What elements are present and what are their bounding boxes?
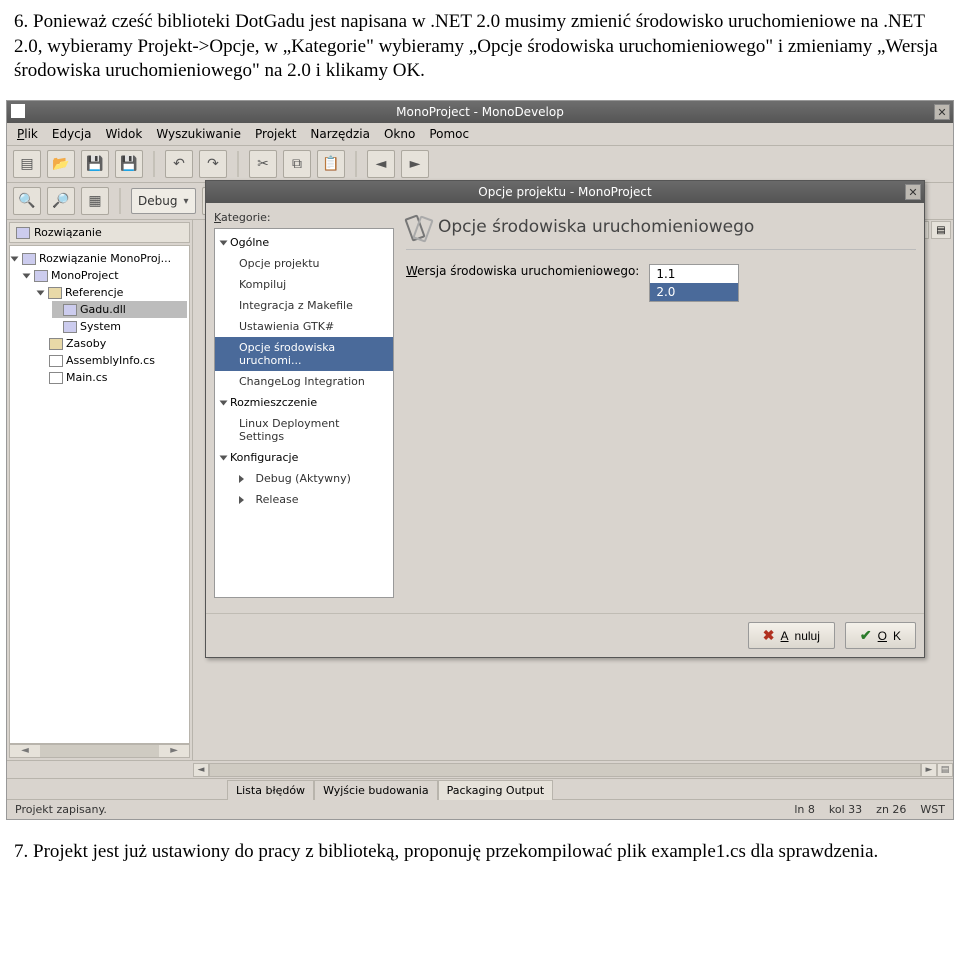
cat-group-rozmieszczenie[interactable]: Rozmieszczenie — [215, 392, 393, 413]
status-char: zn 26 — [876, 803, 906, 816]
titlebar: MonoProject - MonoDevelop ✕ — [7, 101, 953, 123]
cat-gtk[interactable]: Ustawienia GTK# — [215, 316, 393, 337]
options-title: Opcje środowiska uruchomieniowego — [406, 211, 916, 250]
dialog-buttons: ✖Anuluj ✔OK — [206, 613, 924, 657]
status-message: Projekt zapisany. — [15, 803, 107, 816]
cut-icon[interactable]: ✂ — [249, 150, 277, 178]
dialog-close-button[interactable]: ✕ — [905, 184, 921, 200]
dialog-title: Opcje projektu - MonoProject — [478, 185, 651, 199]
runtime-version-label: Wersja środowiska uruchomieniowego: — [406, 264, 639, 278]
cancel-icon: ✖ — [763, 627, 775, 644]
editor-area: ▾ ▤ Opcje projektu - MonoProject ✕ Kateg… — [193, 220, 953, 760]
cat-runtime-options[interactable]: Opcje środowiska uruchomi... — [215, 337, 393, 371]
open-icon[interactable]: 📂 — [47, 150, 75, 178]
cat-kompiluj[interactable]: Kompiluj — [215, 274, 393, 295]
tab-wyjscie-budowania[interactable]: Wyjście budowania — [314, 780, 438, 800]
corner-icon[interactable]: ▤ — [937, 763, 953, 777]
solution-tab-label: Rozwiązanie — [34, 226, 102, 239]
tab-lista-bledow[interactable]: Lista błędów — [227, 780, 314, 800]
tree-hscroll[interactable]: ◄► — [9, 744, 190, 758]
ok-icon: ✔ — [860, 627, 872, 644]
separator — [237, 151, 239, 177]
separator — [355, 151, 357, 177]
tree-project[interactable]: MonoProject — [24, 267, 187, 284]
project-options-dialog: Opcje projektu - MonoProject ✕ Kategorie… — [205, 180, 925, 658]
version-1-1[interactable]: 1.1 — [650, 265, 738, 283]
menu-okno[interactable]: Okno — [384, 127, 415, 141]
menubar: Plik Edycja Widok Wyszukiwanie Projekt N… — [7, 123, 953, 146]
solution-tab[interactable]: Rozwiązanie — [9, 222, 190, 243]
ok-button[interactable]: ✔OK — [845, 622, 916, 649]
cat-group-ogolne[interactable]: Ogólne — [215, 232, 393, 253]
tools-icon — [406, 215, 430, 239]
categories-list[interactable]: Ogólne Opcje projektu Kompiluj Integracj… — [214, 228, 394, 598]
find-icon[interactable]: 🔍 — [13, 187, 41, 215]
tree-solution-root[interactable]: Rozwiązanie MonoProj... — [12, 250, 187, 267]
separator — [153, 151, 155, 177]
find-next-icon[interactable]: 🔎 — [47, 187, 75, 215]
cat-debug[interactable]: Debug (Aktywny) — [215, 468, 393, 489]
cancel-button[interactable]: ✖Anuluj — [748, 622, 835, 649]
options-panel: Opcje środowiska uruchomieniowego Wersja… — [406, 211, 916, 605]
tree-main-cs[interactable]: Main.cs — [38, 369, 187, 386]
menu-widok[interactable]: Widok — [105, 127, 142, 141]
main-area: Rozwiązanie Rozwiązanie MonoProj... Mono… — [7, 220, 953, 760]
undo-icon[interactable]: ↶ — [165, 150, 193, 178]
menu-edycja[interactable]: Edycja — [52, 127, 92, 141]
tool-icon[interactable]: ▦ — [81, 187, 109, 215]
version-2-0[interactable]: 2.0 — [650, 283, 738, 301]
cat-opcje-projektu[interactable]: Opcje projektu — [215, 253, 393, 274]
hscroll-left-icon[interactable]: ◄ — [193, 763, 209, 777]
cat-makefile[interactable]: Integracja z Makefile — [215, 295, 393, 316]
cat-changelog[interactable]: ChangeLog Integration — [215, 371, 393, 392]
window-title: MonoProject - MonoDevelop — [396, 105, 564, 119]
solution-tree[interactable]: Rozwiązanie MonoProj... MonoProject Refe… — [9, 245, 190, 744]
app-window: MonoProject - MonoDevelop ✕ Plik Edycja … — [6, 100, 954, 820]
save-icon[interactable]: 💾 — [81, 150, 109, 178]
status-bar: Projekt zapisany. ln 8 kol 33 zn 26 WST — [7, 799, 953, 819]
solution-panel: Rozwiązanie Rozwiązanie MonoProj... Mono… — [7, 220, 193, 760]
toolbar-1: ▤ 📂 💾 💾 ↶ ↷ ✂ ⧉ 📋 ◄ ► — [7, 146, 953, 183]
config-combo[interactable]: Debug — [131, 188, 196, 214]
back-icon[interactable]: ◄ — [367, 150, 395, 178]
tree-system[interactable]: System — [52, 318, 187, 335]
menu-plik[interactable]: Plik — [17, 127, 38, 141]
categories-panel: Kategorie: Ogólne Opcje projektu Kompilu… — [214, 211, 394, 605]
doc-bottom-text: 7. Projekt jest już ustawiony do pracy z… — [0, 820, 960, 875]
editor-split-icon[interactable]: ▤ — [931, 221, 951, 239]
solution-icon — [16, 227, 30, 239]
cat-linux-deploy[interactable]: Linux Deployment Settings — [215, 413, 393, 447]
tab-packaging-output[interactable]: Packaging Output — [438, 780, 554, 800]
forward-icon[interactable]: ► — [401, 150, 429, 178]
bottom-scroll: ◄ ► ▤ — [7, 760, 953, 778]
paste-icon[interactable]: 📋 — [317, 150, 345, 178]
menu-pomoc[interactable]: Pomoc — [429, 127, 469, 141]
new-file-icon[interactable]: ▤ — [13, 150, 41, 178]
tree-gadu-dll[interactable]: Gadu.dll — [52, 301, 187, 318]
status-mode: WST — [920, 803, 945, 816]
separator — [119, 188, 121, 214]
doc-top-text: 6. Ponieważ cześć biblioteki DotGadu jes… — [0, 0, 960, 100]
menu-projekt[interactable]: Projekt — [255, 127, 296, 141]
cat-release[interactable]: Release — [215, 489, 393, 510]
menu-wyszukiwanie[interactable]: Wyszukiwanie — [156, 127, 241, 141]
hscroll-right-icon[interactable]: ► — [921, 763, 937, 777]
window-icon — [11, 104, 25, 118]
tree-assemblyinfo[interactable]: AssemblyInfo.cs — [38, 352, 187, 369]
menu-narzedzia[interactable]: Narzędzia — [310, 127, 370, 141]
status-line: ln 8 — [794, 803, 815, 816]
hscroll-track[interactable] — [209, 763, 921, 777]
bottom-tabs: Lista błędów Wyjście budowania Packaging… — [7, 778, 953, 799]
window-close-button[interactable]: ✕ — [934, 104, 950, 120]
cat-group-konfiguracje[interactable]: Konfiguracje — [215, 447, 393, 468]
categories-label: Kategorie: — [214, 211, 394, 224]
copy-icon[interactable]: ⧉ — [283, 150, 311, 178]
tree-references[interactable]: Referencje — [38, 284, 187, 301]
redo-icon[interactable]: ↷ — [199, 150, 227, 178]
tree-resources[interactable]: Zasoby — [38, 335, 187, 352]
runtime-version-list[interactable]: 1.1 2.0 — [649, 264, 739, 302]
save-all-icon[interactable]: 💾 — [115, 150, 143, 178]
dialog-titlebar: Opcje projektu - MonoProject ✕ — [206, 181, 924, 203]
status-col: kol 33 — [829, 803, 862, 816]
